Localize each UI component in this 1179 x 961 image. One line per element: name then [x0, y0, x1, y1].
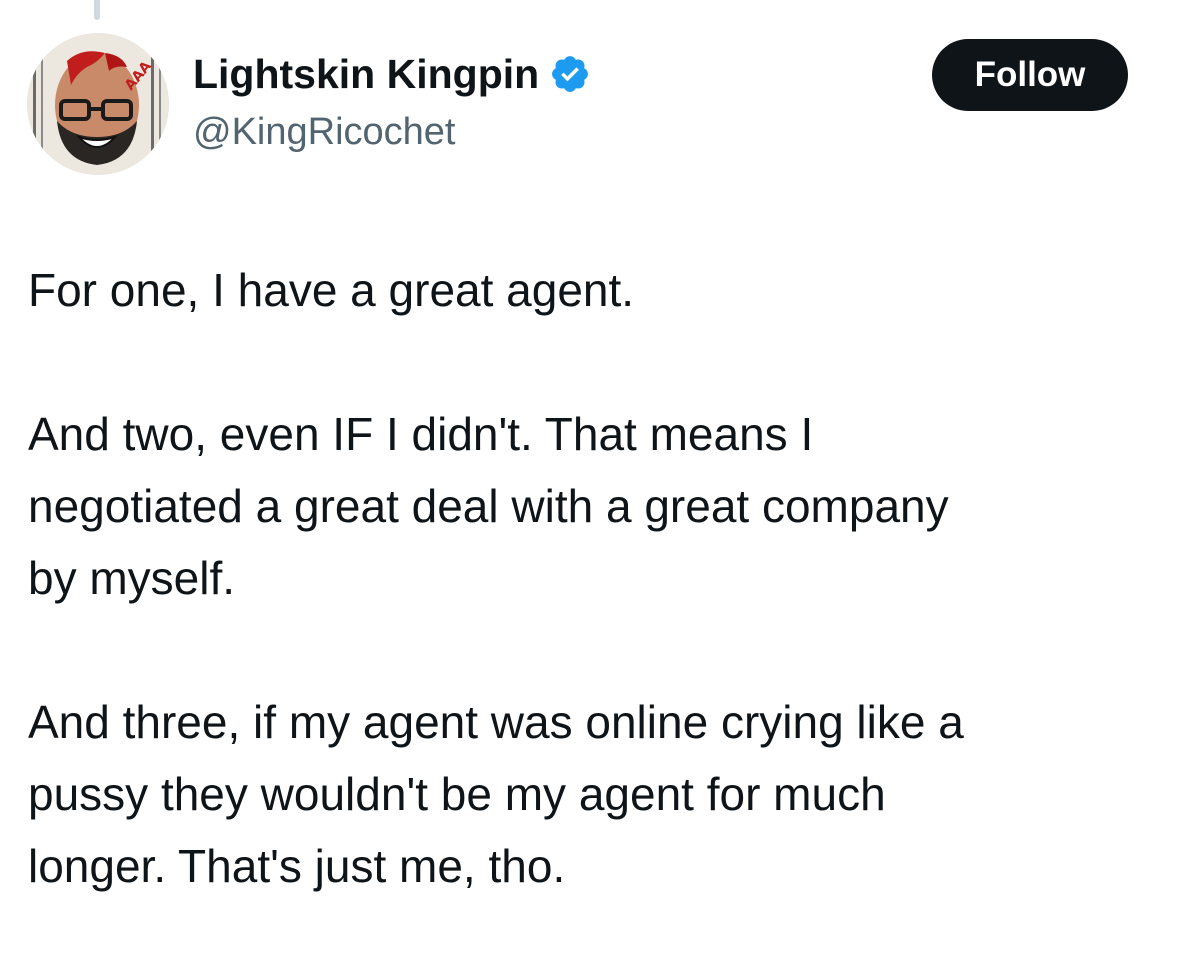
profile-avatar-icon: AAA [27, 33, 169, 175]
verified-badge-icon [549, 53, 591, 95]
tweet-paragraph: For one, I have a great agent. [28, 264, 635, 316]
author-name-row: Lightskin Kingpin [193, 48, 591, 100]
author-handle[interactable]: @KingRicochet [193, 106, 455, 158]
tweet-text: For one, I have a great agent. And two, … [28, 254, 1148, 902]
follow-button[interactable]: Follow [932, 39, 1128, 111]
tweet-paragraph: And two, even IF I didn't. That means I … [28, 408, 949, 604]
tweet-paragraph: And three, if my agent was online crying… [28, 696, 964, 892]
thread-connector-line [94, 0, 100, 20]
avatar[interactable]: AAA [27, 33, 169, 175]
author-display-name[interactable]: Lightskin Kingpin [193, 48, 539, 100]
